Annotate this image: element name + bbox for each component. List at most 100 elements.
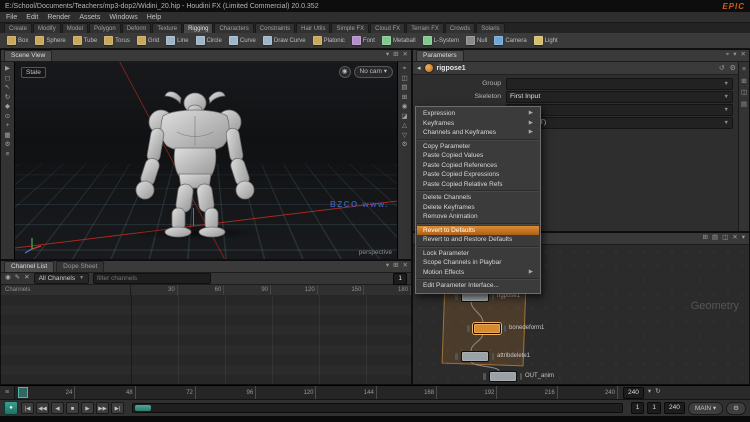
shelf-tool[interactable]: Platonic (310, 35, 348, 46)
pane-menu-icon[interactable]: ✕ (741, 52, 746, 59)
shelf-tab[interactable]: Cloud FX (370, 23, 405, 33)
shelf-tab[interactable]: Terrain FX (406, 23, 444, 33)
context-menu-item[interactable]: Scope Channels in Playbar ▶ (417, 258, 539, 268)
transport-button[interactable]: |◀ (21, 402, 34, 414)
context-menu-item[interactable]: Paste Copied Relative Refs ▶ (417, 180, 539, 192)
character-model[interactable] (125, 86, 265, 238)
parameters-tab[interactable]: Parameters (416, 50, 464, 61)
bypass-flag[interactable] (483, 373, 486, 380)
node-header-icon[interactable]: ↺ (719, 65, 725, 72)
timeline-menu-icon[interactable]: ≡ (0, 386, 14, 399)
shelf-tab[interactable]: Characters (214, 23, 253, 33)
menu-item[interactable]: Assets (79, 14, 100, 21)
shelf-tab[interactable]: Solaris (476, 23, 504, 33)
viewport-tool-icon[interactable]: ◆ (5, 104, 10, 111)
viewport-display-icon[interactable]: ⚙ (402, 142, 408, 149)
viewport-tool-icon[interactable]: ▦ (4, 133, 10, 140)
display-flag[interactable] (520, 373, 523, 380)
timeline-ruler[interactable]: 24487296120144168192216240 (14, 386, 618, 399)
transport-button[interactable]: ◀ (51, 402, 64, 414)
viewport-display-icon[interactable]: ▤ (401, 85, 407, 92)
pane-menu-icon[interactable]: ⊞ (393, 263, 398, 270)
transport-button[interactable]: ▶▶ (96, 402, 109, 414)
viewport-tool-icon[interactable]: ◻ (5, 76, 10, 83)
node-body[interactable] (461, 351, 489, 362)
viewport-display-icon[interactable]: ◉ (402, 104, 408, 111)
display-flag[interactable] (492, 293, 495, 300)
viewport-display-icon[interactable]: ⌖ (403, 66, 407, 73)
parameter-dropdown[interactable]: ▼ (506, 78, 733, 90)
end-frame-display[interactable]: 240 (623, 387, 644, 399)
channel-pane-tab[interactable]: Dope Sheet (56, 261, 104, 272)
channel-frame-field[interactable]: 1 (393, 273, 407, 285)
viewport-tool-icon[interactable]: ↻ (5, 95, 10, 102)
side-toolbar-icon[interactable]: ◫ (741, 90, 747, 97)
shelf-tool[interactable]: Metaball (379, 35, 419, 46)
viewport-tool-icon[interactable]: ≡ (6, 152, 10, 159)
shelf-tab[interactable]: Constraints (255, 23, 295, 33)
network-header-icon[interactable]: ▾ (742, 235, 745, 242)
display-flag[interactable] (492, 353, 495, 360)
menu-item[interactable]: Help (147, 14, 161, 21)
channel-scope-dropdown[interactable]: All Channels ▼ (34, 273, 89, 284)
shelf-tool[interactable]: Curve (226, 35, 259, 46)
frame-slider-thumb[interactable] (135, 405, 151, 411)
pane-menu-icon[interactable]: ✕ (403, 263, 408, 270)
playbar-toggle-pill[interactable]: MAIN ▾ (688, 402, 723, 415)
display-flag[interactable] (504, 325, 507, 332)
context-menu-item[interactable]: Motion Effects ▶ (417, 268, 539, 280)
channel-filter-input[interactable] (93, 273, 211, 284)
node-header-icon[interactable]: ⚙ (730, 65, 736, 72)
shelf-tool[interactable]: Tube (70, 35, 100, 46)
context-menu-item[interactable]: Copy Parameter ▶ (417, 142, 539, 152)
network-header-icon[interactable]: ◫ (722, 235, 728, 242)
viewport-display-icon[interactable]: △ (402, 123, 407, 130)
network-header-icon[interactable]: ✕ (732, 235, 737, 242)
start-frame-field[interactable]: 1 (647, 402, 661, 414)
parameter-dropdown[interactable]: First Input ▼ (506, 91, 733, 103)
bypass-flag[interactable] (455, 353, 458, 360)
transport-button[interactable]: ◀◀ (36, 402, 49, 414)
viewport-tool-icon[interactable]: + (6, 123, 10, 130)
viewport-tool-icon[interactable]: ▶ (5, 66, 10, 73)
end-frame-field[interactable]: 240 (664, 402, 685, 414)
graph-node[interactable]: attribdelete1 (455, 351, 530, 361)
shelf-tool[interactable]: Camera (491, 35, 529, 46)
playbar-toggle-pill[interactable]: ⚙ (726, 402, 746, 415)
shelf-tab[interactable]: Polygon (89, 23, 121, 33)
graph-node[interactable]: OUT_anim (483, 371, 554, 381)
shelf-tool[interactable]: Font (349, 35, 378, 46)
menu-item[interactable]: File (6, 14, 17, 21)
timeline-option-icon[interactable]: ▾ (648, 389, 651, 396)
shelf-tab[interactable]: Crowds (445, 23, 475, 33)
context-menu-item[interactable]: Delete Channels ▶ (417, 193, 539, 203)
back-arrow-icon[interactable]: ◂ (417, 65, 421, 72)
viewport-display-icon[interactable]: ⊞ (402, 95, 407, 102)
shelf-tool[interactable]: Sphere (32, 35, 68, 46)
context-menu-item[interactable]: Paste Copied Expressions ▶ (417, 170, 539, 180)
context-menu-item[interactable]: Edit Parameter Interface... ▶ (417, 281, 539, 291)
shelf-tool[interactable]: Grid (134, 35, 162, 46)
pane-menu-icon[interactable]: ⊞ (393, 52, 398, 59)
context-menu-item[interactable]: Revert to and Restore Defaults ▶ (417, 235, 539, 247)
menu-item[interactable]: Render (47, 14, 70, 21)
context-menu-item[interactable]: Delete Keyframes ▶ (417, 203, 539, 213)
transport-button[interactable]: ▶ (81, 402, 94, 414)
shelf-tool[interactable]: Light (531, 35, 561, 46)
bypass-flag[interactable] (455, 293, 458, 300)
context-menu-item[interactable]: Expression ▶ (417, 109, 539, 119)
viewport-3d[interactable]: Stale ◉ No cam ▾ BZCO www. perspective (14, 62, 398, 259)
shelf-tool[interactable]: Line (163, 35, 191, 46)
node-body[interactable] (473, 323, 501, 334)
network-header-icon[interactable]: ▤ (712, 235, 718, 242)
pane-menu-icon[interactable]: ▾ (386, 263, 389, 270)
channel-toolbar-icon[interactable]: ✎ (15, 275, 20, 282)
shelf-tool[interactable]: Box (4, 35, 31, 46)
shelf-tool[interactable]: L-System (420, 35, 462, 46)
context-menu-item[interactable]: Keyframes ▶ (417, 119, 539, 129)
channel-toolbar-icon[interactable]: ✕ (24, 275, 29, 282)
context-menu-item[interactable]: Channels and Keyframes ▶ (417, 128, 539, 140)
timeline-option-icon[interactable]: ↻ (655, 389, 660, 396)
pane-menu-icon[interactable]: ✕ (403, 52, 408, 59)
context-menu-item[interactable]: Revert to Defaults ▶ (417, 226, 539, 236)
